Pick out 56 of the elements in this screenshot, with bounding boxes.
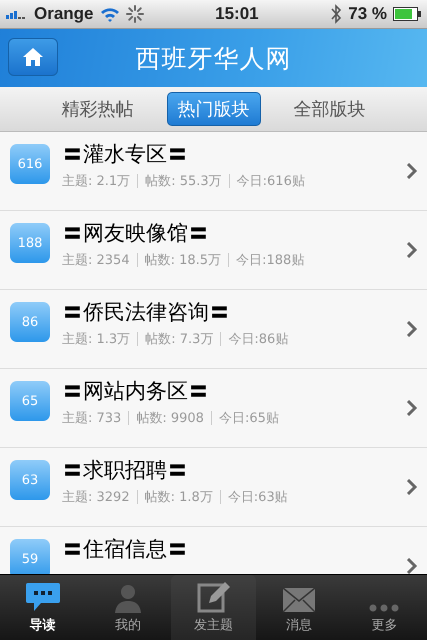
status-time: 15:01 xyxy=(215,4,259,24)
carrier-name: Orange xyxy=(34,4,94,24)
forum-title: 〓侨民法律咨询〓 xyxy=(62,299,231,326)
wifi-icon xyxy=(100,6,120,22)
home-button[interactable] xyxy=(8,38,58,76)
mail-icon xyxy=(282,587,316,613)
forum-stat: 帖数: 7.3万 xyxy=(145,331,214,348)
segment-tab[interactable]: 全部版块 xyxy=(282,92,376,126)
compose-icon xyxy=(196,579,231,613)
forum-title: 〓求职招聘〓 xyxy=(62,457,189,484)
count-badge: 59 xyxy=(10,539,50,574)
chevron-icon xyxy=(407,479,417,495)
count-badge: 86 xyxy=(10,302,50,342)
battery-percent: 73 % xyxy=(348,4,387,24)
tab-bar-item[interactable]: 我的 xyxy=(85,575,171,640)
chat-icon xyxy=(24,581,61,613)
bluetooth-icon xyxy=(330,4,342,24)
forum-stat: 帖数: 9908 xyxy=(136,410,204,427)
chevron-icon xyxy=(407,558,417,574)
chevron-icon xyxy=(407,163,417,179)
home-icon xyxy=(22,47,44,67)
forum-stat: 主题: 733 xyxy=(62,410,122,427)
forum-stat: 帖数: 18.5万 xyxy=(144,252,222,269)
forum-title: 〓住宿信息〓 xyxy=(62,536,189,563)
person-icon xyxy=(113,583,144,613)
signal-icon xyxy=(6,9,28,19)
count-badge: 188 xyxy=(10,223,50,263)
forum-title: 〓灌水专区〓 xyxy=(62,141,189,168)
more-icon xyxy=(369,603,400,613)
chevron-icon xyxy=(407,242,417,258)
tab-bar-item[interactable]: 消息 xyxy=(256,575,342,640)
tab-bar-item[interactable]: 更多 xyxy=(342,575,427,640)
forum-title: 〓网友映像馆〓 xyxy=(62,220,210,247)
header-title: 西班牙华人网 xyxy=(136,42,292,74)
battery-icon xyxy=(392,7,421,21)
forum-stat: 今日:86贴 xyxy=(228,331,288,348)
forum-stat: 今日:188贴 xyxy=(236,252,304,269)
activity-spinner-icon xyxy=(126,5,144,23)
forum-stat: 今日:65贴 xyxy=(218,410,279,427)
forum-stat: 帖数: 1.8万 xyxy=(144,489,213,506)
forum-stat: 主题: 2354 xyxy=(62,252,130,269)
forum-stat: 今日:616贴 xyxy=(236,173,305,190)
chevron-icon xyxy=(407,400,417,416)
forum-stat: 主题: 3292 xyxy=(62,489,130,506)
forum-stat: 帖数: 55.3万 xyxy=(145,173,222,190)
forum-stat: 主题: 2.1万 xyxy=(62,173,130,190)
forum-stat: 今日:63贴 xyxy=(228,489,288,506)
tab-bar-item[interactable]: 导读 xyxy=(0,575,86,640)
segment-tab[interactable]: 精彩热帖 xyxy=(50,92,144,126)
forum-title: 〓网站内务区〓 xyxy=(62,378,210,405)
count-badge: 65 xyxy=(10,381,50,421)
count-badge: 616 xyxy=(10,144,50,184)
forum-stat: 主题: 1.3万 xyxy=(62,331,130,348)
count-badge: 63 xyxy=(10,460,50,500)
tab-bar-item[interactable]: 发主题 xyxy=(170,575,256,640)
chevron-icon xyxy=(407,321,417,337)
